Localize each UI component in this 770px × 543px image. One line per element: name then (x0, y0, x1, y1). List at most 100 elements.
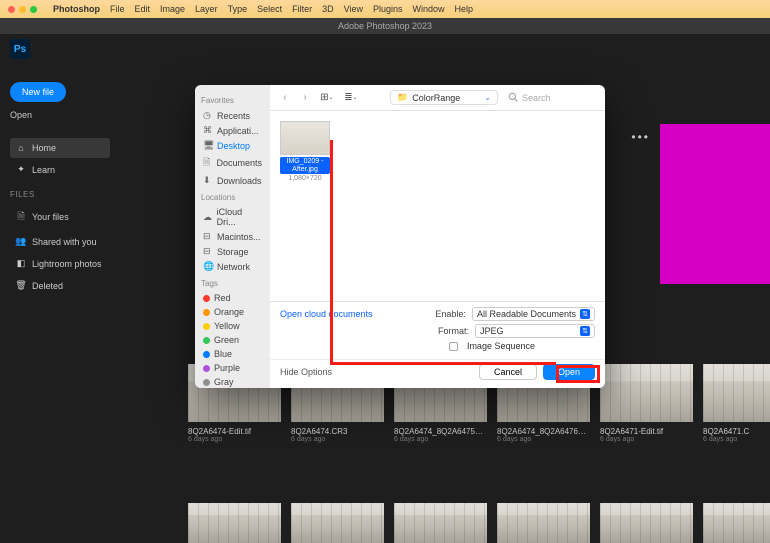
sidebar-item-label: Storage (217, 247, 249, 257)
recent-thumb[interactable]: 8Q2A6471-Edit.tif 6 days ago (600, 364, 693, 443)
sidebar-desktop[interactable]: 🖥Desktop (201, 138, 264, 153)
thumb-name: 8Q2A6471.C (703, 427, 770, 436)
recent-thumb[interactable] (703, 503, 770, 543)
path-label: ColorRange (412, 93, 460, 103)
dialog-options: Open cloud documents Enable: All Readabl… (270, 301, 605, 359)
enable-label: Enable: (435, 309, 466, 319)
app-icon: ⌘ (203, 125, 213, 136)
menubar-view[interactable]: View (344, 4, 363, 14)
close-window-icon[interactable] (8, 6, 15, 13)
menubar-filter[interactable]: Filter (292, 4, 312, 14)
format-select[interactable]: JPEG⇅ (475, 324, 595, 338)
recent-thumb[interactable]: 8Q2A6471.C 6 days ago (703, 364, 770, 443)
sidebar-macintosh[interactable]: ⊟Macintos... (201, 229, 264, 244)
file-item[interactable]: IMG_0209 - After.jpg 1,080×720 (280, 121, 330, 182)
select-arrows-icon: ⇅ (580, 326, 590, 336)
sidebar-item-shared[interactable]: 👥 Shared with you (10, 231, 110, 252)
recent-thumb[interactable] (600, 503, 693, 543)
sidebar-item-lightroom[interactable]: ◧ Lightroom photos (10, 253, 110, 274)
menubar-3d[interactable]: 3D (322, 4, 334, 14)
maximize-window-icon[interactable] (30, 6, 37, 13)
tag-label: Gray (214, 377, 234, 387)
path-selector[interactable]: 📁 ColorRange ⌄ (390, 90, 498, 105)
nav-back-button[interactable]: ‹ (278, 91, 292, 105)
view-grid-button[interactable]: ⊞⌄ (318, 91, 336, 105)
tag-label: Green (214, 335, 239, 345)
tag-dot-icon (203, 379, 210, 386)
menubar-select[interactable]: Select (257, 4, 282, 14)
sidebar-item-home[interactable]: ⌂ Home (10, 138, 110, 158)
recent-thumb[interactable] (188, 503, 281, 543)
tag-orange[interactable]: Orange (201, 305, 264, 319)
thumb-date: 6 days ago (394, 436, 487, 443)
open-cloud-link[interactable]: Open cloud documents (280, 309, 373, 319)
more-button[interactable]: ••• (631, 130, 650, 144)
tag-gray[interactable]: Gray (201, 375, 264, 388)
menubar-image[interactable]: Image (160, 4, 185, 14)
thumb-name: 8Q2A6474-Edit.tif (188, 427, 281, 436)
menubar-file[interactable]: File (110, 4, 125, 14)
view-group-button[interactable]: ≣⌄ (342, 91, 360, 105)
recent-thumb[interactable] (291, 503, 384, 543)
sidebar-item-label: Network (217, 262, 250, 272)
menubar-help[interactable]: Help (455, 4, 474, 14)
menubar-plugins[interactable]: Plugins (373, 4, 403, 14)
menubar-window[interactable]: Window (413, 4, 445, 14)
new-file-button[interactable]: New file (10, 82, 66, 102)
file-thumbnail (280, 121, 330, 155)
tag-label: Blue (214, 349, 232, 359)
sidebar-downloads[interactable]: ⬇ Downloads (201, 173, 264, 188)
image-sequence-checkbox[interactable] (449, 342, 458, 351)
tag-green[interactable]: Green (201, 333, 264, 347)
sidebar-item-learn[interactable]: ✦ Learn (10, 159, 110, 180)
file-browser[interactable]: IMG_0209 - After.jpg 1,080×720 (270, 111, 605, 301)
menubar-edit[interactable]: Edit (135, 4, 151, 14)
tag-yellow[interactable]: Yellow (201, 319, 264, 333)
dialog-main: ‹ › ⊞⌄ ≣⌄ 📁 ColorRange ⌄ Search IMG_0209… (270, 85, 605, 388)
thumb-name: 8Q2A6474_8Q2A6475_Hdr.CR3 (394, 427, 487, 436)
file-name: IMG_0209 - After.jpg (280, 157, 330, 174)
download-icon: ⬇ (203, 175, 213, 186)
tag-blue[interactable]: Blue (201, 347, 264, 361)
sidebar-documents[interactable]: 🗎Documents (201, 153, 264, 173)
hide-options-button[interactable]: Hide Options (280, 367, 332, 377)
sidebar-network[interactable]: 🌐Network (201, 259, 264, 274)
menubar-app[interactable]: Photoshop (53, 4, 100, 14)
open-file-dialog: Favorites ◷Recents ⌘Applicati... 🖥Deskto… (195, 85, 605, 388)
sidebar-item-label: Your files (32, 212, 69, 222)
tag-purple[interactable]: Purple (201, 361, 264, 375)
annotation-line (330, 140, 333, 362)
sidebar-item-label: Learn (32, 165, 55, 175)
nav-forward-button[interactable]: › (298, 91, 312, 105)
promo-tile[interactable] (660, 124, 770, 284)
thumb-date: 6 days ago (703, 436, 770, 443)
search-field[interactable]: Search (504, 91, 597, 105)
tag-dot-icon (203, 295, 210, 302)
sidebar-item-your-files[interactable]: 🗎 Your files (10, 204, 110, 230)
tag-label: Yellow (214, 321, 240, 331)
sidebar-icloud[interactable]: ☁iCloud Dri... (201, 205, 264, 229)
recent-thumb[interactable] (394, 503, 487, 543)
sidebar-item-deleted[interactable]: 🗑 Deleted (10, 275, 110, 296)
menubar-layer[interactable]: Layer (195, 4, 218, 14)
minimize-window-icon[interactable] (19, 6, 26, 13)
sidebar-item-label: Shared with you (32, 237, 97, 247)
tag-label: Purple (214, 363, 240, 373)
open-button[interactable]: Open (10, 110, 110, 120)
sidebar-item-label: Macintos... (217, 232, 261, 242)
cancel-button[interactable]: Cancel (479, 364, 537, 380)
dialog-toolbar: ‹ › ⊞⌄ ≣⌄ 📁 ColorRange ⌄ Search (270, 85, 605, 111)
thumb-image (703, 364, 770, 422)
menubar-type[interactable]: Type (228, 4, 248, 14)
sidebar-item-label: Downloads (217, 176, 262, 186)
tag-red[interactable]: Red (201, 291, 264, 305)
recent-thumb[interactable] (497, 503, 590, 543)
sidebar-applications[interactable]: ⌘ Applicati... (201, 123, 264, 138)
disk-icon: ⊟ (203, 246, 213, 257)
enable-select[interactable]: All Readable Documents⇅ (472, 307, 595, 321)
thumb-image (703, 503, 770, 543)
tag-label: Orange (214, 307, 244, 317)
sidebar-recents[interactable]: ◷Recents (201, 108, 264, 123)
sidebar-storage[interactable]: ⊟ Storage (201, 244, 264, 259)
sidebar-item-label: Applicati... (217, 126, 259, 136)
